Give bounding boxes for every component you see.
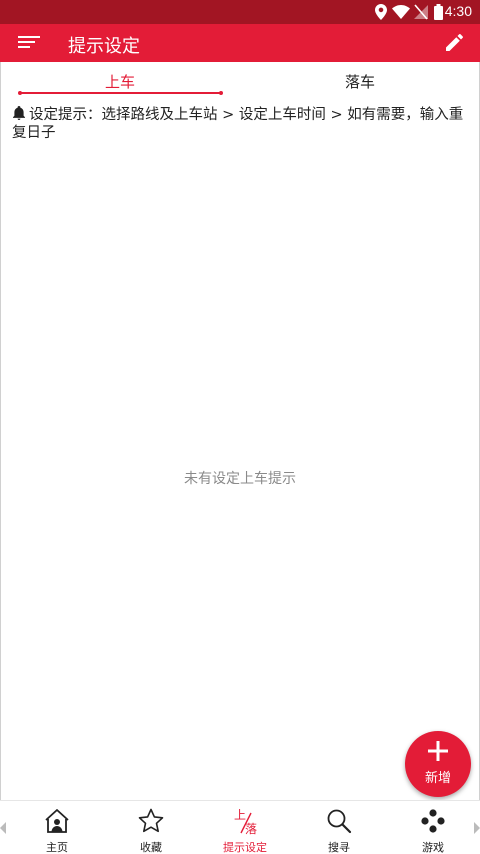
board-alight-icon-bottom: 落 — [245, 822, 257, 835]
setup-hint-text: 设定提示：选择路线及上车站 > 设定上车时间 > 如有需要，输入重复日子 — [12, 107, 464, 141]
tab-board[interactable]: 上车 — [0, 62, 240, 100]
nav-item-reminder-settings[interactable]: 上 落 提示设定 — [197, 801, 293, 854]
nav-label-search: 搜寻 — [328, 841, 350, 854]
edit-button[interactable] — [440, 29, 468, 57]
bell-icon — [13, 106, 25, 120]
edit-icon — [446, 34, 463, 51]
tab-board-label: 上车 — [104, 73, 135, 91]
menu-icon — [18, 36, 40, 48]
menu-button[interactable] — [12, 27, 44, 59]
tab-alight[interactable]: 落车 — [240, 62, 480, 100]
page-title: 提示设定 — [68, 36, 140, 57]
board-alight-tabs: 上车 落车 — [0, 62, 480, 100]
nav-label-games: 游戏 — [422, 841, 444, 854]
no-signal-icon — [414, 4, 428, 20]
nav-item-games[interactable]: 游戏 — [385, 801, 480, 854]
nav-scroll-right-icon[interactable] — [474, 822, 480, 834]
search-icon — [327, 809, 352, 834]
nav-item-search[interactable]: 搜寻 — [291, 801, 387, 854]
bottom-navigation: 主页 收藏 上 落 提示设定 搜寻 游戏 — [0, 800, 480, 854]
location-icon — [375, 4, 387, 20]
battery-icon — [434, 4, 443, 20]
status-bar: 4:30 — [0, 0, 480, 24]
nav-label-favorites: 收藏 — [140, 841, 162, 854]
add-reminder-label: 新增 — [424, 771, 451, 786]
home-icon — [45, 809, 69, 833]
nav-scroll-left-icon[interactable] — [0, 822, 6, 834]
board-alight-icon-top: 上 — [234, 808, 246, 822]
star-icon — [138, 808, 164, 833]
add-reminder-button[interactable]: 新增 — [405, 731, 471, 797]
plus-icon — [428, 741, 448, 761]
board-alight-icon: 上 落 — [234, 808, 257, 835]
nav-label-reminder-settings: 提示设定 — [223, 841, 267, 854]
left-edge-divider — [0, 62, 1, 800]
nav-item-favorites[interactable]: 收藏 — [103, 801, 199, 854]
nav-label-home: 主页 — [46, 841, 68, 854]
tab-alight-label: 落车 — [344, 73, 375, 91]
nav-item-home[interactable]: 主页 — [9, 801, 105, 854]
empty-state-message: 未有设定上车提示 — [184, 471, 296, 487]
status-time: 4:30 — [444, 3, 472, 19]
setup-hint: 设定提示：选择路线及上车站 > 设定上车时间 > 如有需要，输入重复日子 — [12, 106, 468, 142]
tab-indicator — [18, 91, 223, 95]
app-bar: 提示设定 — [0, 24, 480, 62]
wifi-icon — [392, 5, 410, 19]
game-icon — [421, 809, 445, 833]
